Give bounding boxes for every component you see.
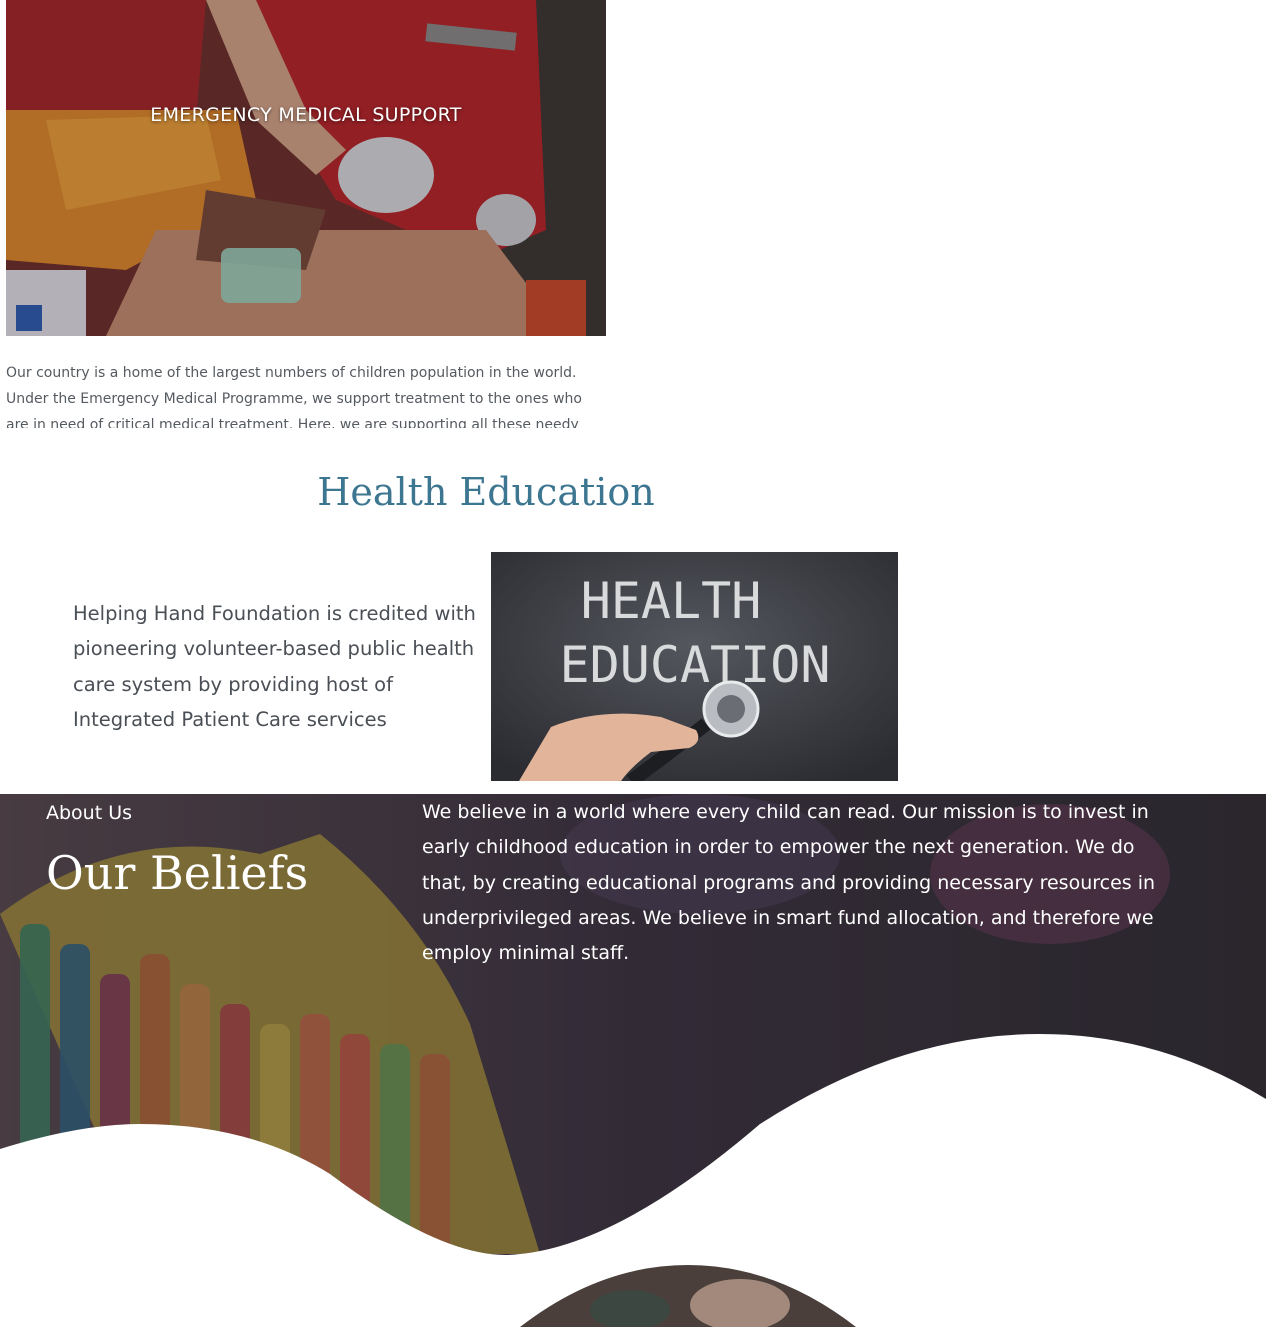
- emergency-photo: [6, 0, 606, 336]
- about-us-label: About Us: [46, 802, 133, 824]
- emergency-card[interactable]: EMERGENCY MEDICAL SUPPORT: [6, 0, 606, 336]
- partial-photo: [520, 1265, 856, 1327]
- beliefs-section: About Us Our Beliefs We believe in a wor…: [0, 794, 1266, 1327]
- beliefs-text: We believe in a world where every child …: [422, 801, 1156, 965]
- health-education-heading: Health Education: [317, 470, 655, 514]
- health-education-image: HEALTH EDUCATION: [491, 552, 898, 781]
- chalk-text-education: EDUCATION: [560, 636, 831, 694]
- beliefs-title: Our Beliefs: [46, 846, 309, 900]
- chalk-text-health: HEALTH: [581, 572, 762, 630]
- health-education-text: Helping Hand Foundation is credited with…: [73, 602, 476, 731]
- emergency-description: Our country is a home of the largest num…: [6, 365, 582, 428]
- emergency-title: EMERGENCY MEDICAL SUPPORT: [150, 104, 462, 126]
- chalkboard-graphic: HEALTH EDUCATION: [491, 552, 898, 781]
- next-card-image[interactable]: [520, 1265, 856, 1327]
